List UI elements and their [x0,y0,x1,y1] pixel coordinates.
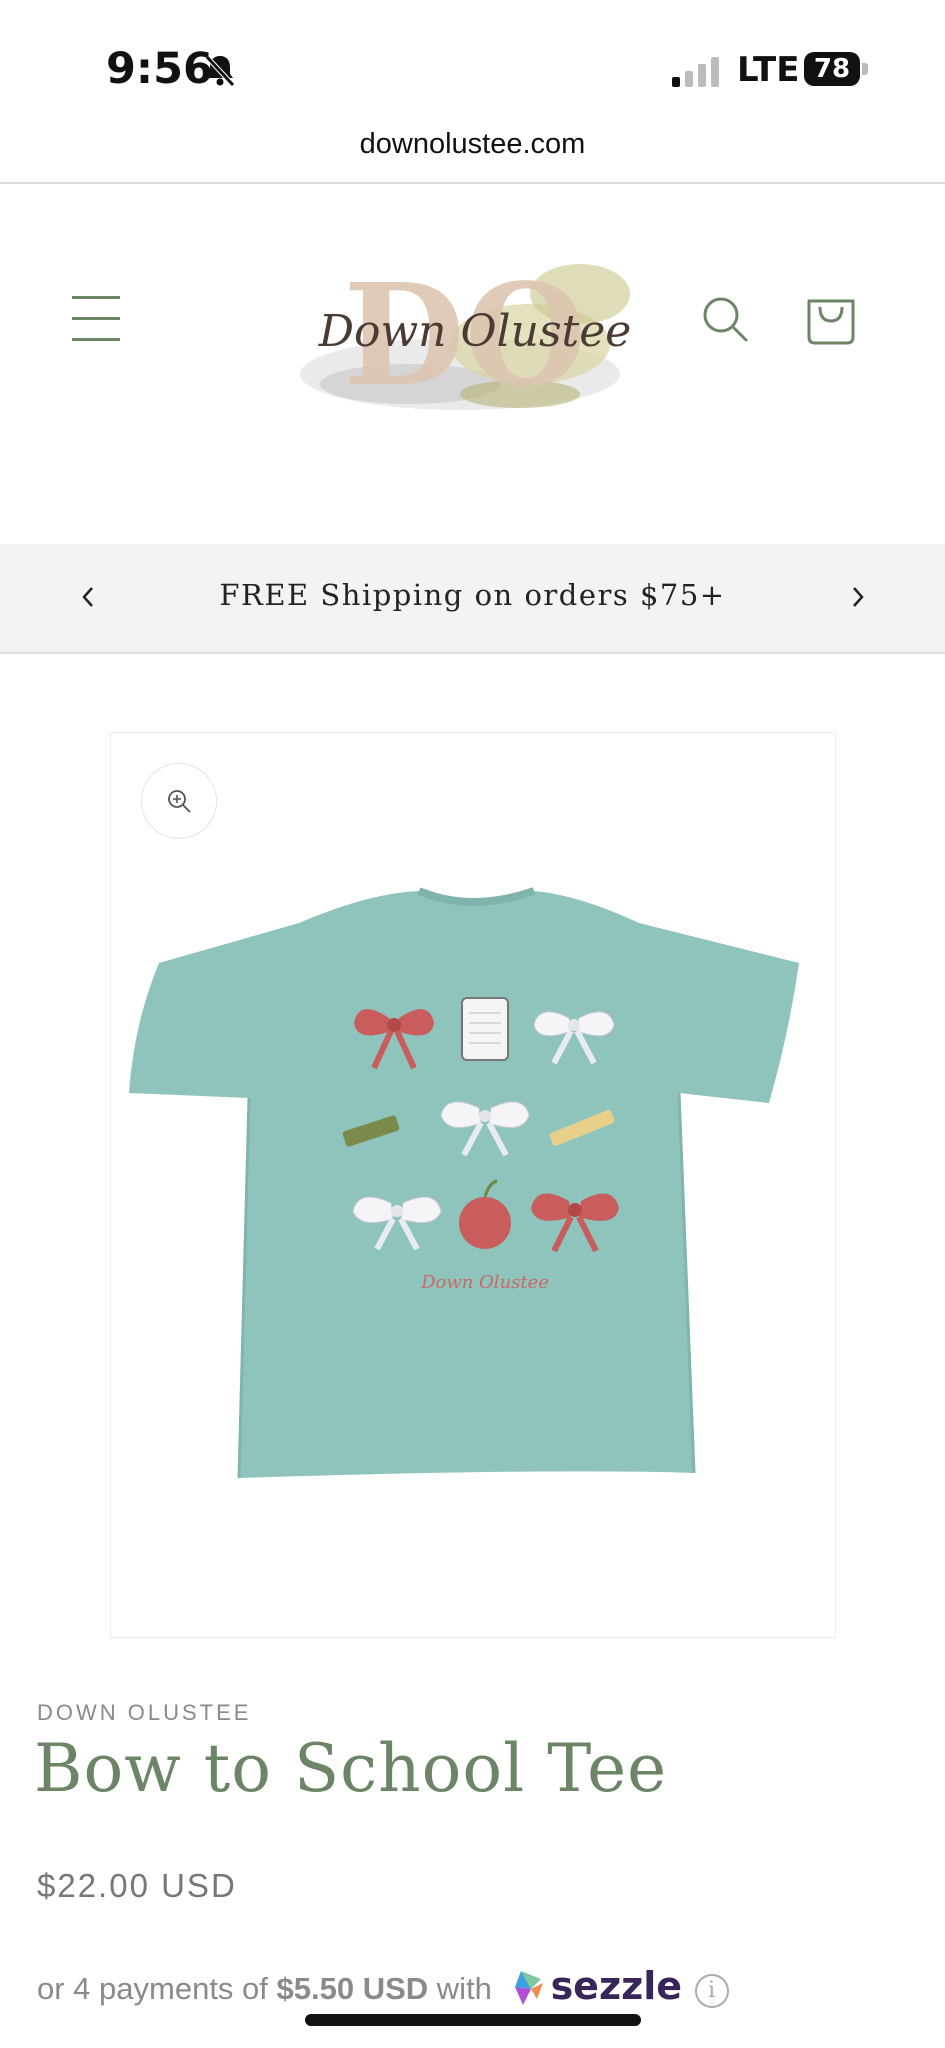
search-icon[interactable] [700,294,750,344]
announcement-bar: FREE Shipping on orders $75+ [0,544,945,654]
product-vendor: DOWN OLUSTEE [37,1700,252,1725]
installments-with: with [436,1971,492,2006]
chevron-right-icon[interactable] [846,582,870,612]
battery-level: 78 [804,52,860,86]
hamburger-menu-icon[interactable] [72,296,120,342]
sezzle-installments: or 4 payments of $5.50 USD with sezzle i [37,1964,729,2008]
product-title: Bow to School Tee [34,1730,668,1807]
notebook-icon [461,997,509,1061]
product-image-tee: Down Olustee [129,887,799,1479]
cellular-signal-icon [672,57,719,87]
cart-icon[interactable] [806,291,856,345]
bell-muted-icon [205,55,235,87]
battery-icon: 78 [804,52,868,86]
home-indicator[interactable] [305,2014,641,2026]
sezzle-logo-icon [514,1971,543,2005]
svg-text:Down Olustee: Down Olustee [420,1272,549,1293]
sezzle-wordmark[interactable]: sezzle [551,1964,682,2008]
status-time: 9:56 [106,44,213,94]
zoom-in-button[interactable] [141,763,217,839]
site-logo[interactable]: DO Down Olustee [290,234,660,434]
zoom-in-icon [168,790,191,813]
address-bar-url[interactable]: downolustee.com [0,128,945,161]
installment-amount: $5.50 USD [276,1971,429,2006]
site-header: DO Down Olustee [0,184,945,544]
installments-prefix: or 4 payments of [37,1971,268,2006]
svg-text:Down Olustee: Down Olustee [318,306,632,357]
product-media[interactable]: Down Olustee [110,732,836,1638]
network-type: LTE [737,50,800,90]
product-price: $22.00 USD [37,1867,237,1904]
status-bar: 9:56 LTE 78 [0,0,945,135]
info-icon[interactable]: i [694,1974,729,2008]
announcement-text: FREE Shipping on orders $75+ [219,578,726,612]
